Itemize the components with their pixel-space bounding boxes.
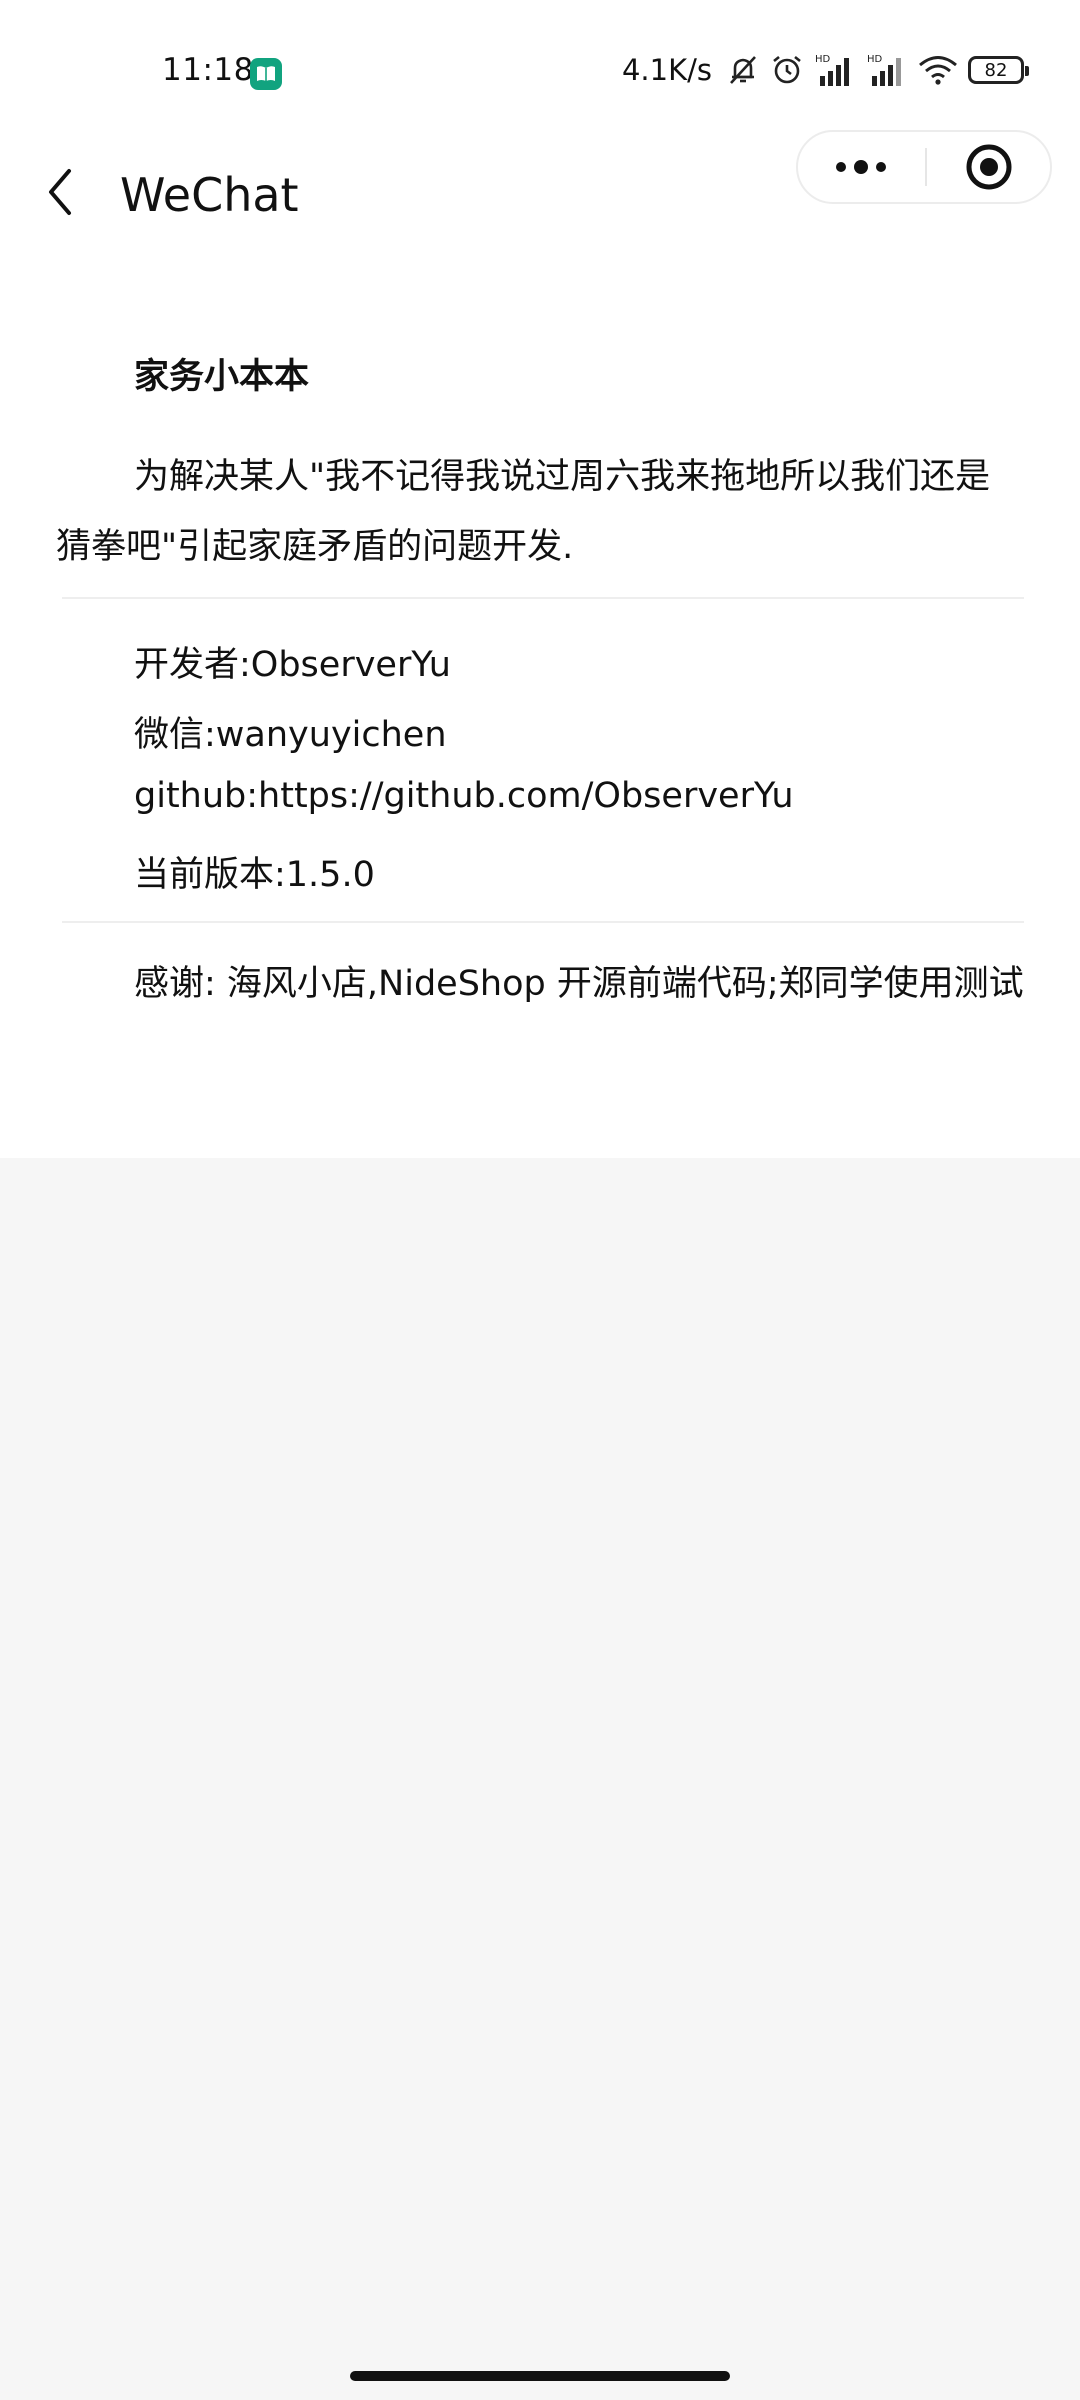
wifi-icon [918,54,958,86]
divider [62,597,1024,599]
status-time: 11:18 [162,52,254,88]
more-button[interactable] [798,132,924,202]
home-indicator[interactable] [350,2371,730,2381]
thanks-text: 感谢: 海风小店,NideShop 开源前端代码;郑同学使用测试 [134,964,1024,1004]
close-miniprogram-button[interactable] [928,132,1050,202]
github-info: github:https://github.com/ObserverYu [134,776,794,816]
wechat-info: 微信:wanyuyichen [134,715,447,755]
app-name: 家务小本本 [134,357,310,397]
status-bar: 11:18 4.1K/s HD HD 82 [0,0,1080,140]
developer-info: 开发者:ObserverYu [134,645,451,685]
battery-icon: 82 [968,56,1029,84]
capsule-divider [925,148,927,186]
app-description: 为解决某人"我不记得我说过周六我来拖地所以我们还是猜拳吧"引起家庭矛盾的问题开发… [56,457,991,567]
chevron-left-icon [49,169,71,215]
alarm-icon [770,53,804,87]
target-circle-icon [966,144,1012,190]
svg-text:HD: HD [867,54,883,65]
status-indicators: 4.1K/s HD HD 82 [621,50,1029,90]
more-dots-icon [836,160,886,174]
miniprogram-capsule [796,130,1052,204]
svg-text:HD: HD [815,54,831,65]
version-info: 当前版本:1.5.0 [134,855,375,895]
network-speed: 4.1K/s [621,53,712,87]
divider [62,921,1024,923]
back-button[interactable] [32,164,88,220]
mute-bell-icon [726,53,760,87]
book-app-icon [250,58,282,90]
hd-signal-icon: HD [814,52,856,88]
hd-signal-icon: HD [866,52,908,88]
page-title: WeChat [120,168,299,222]
